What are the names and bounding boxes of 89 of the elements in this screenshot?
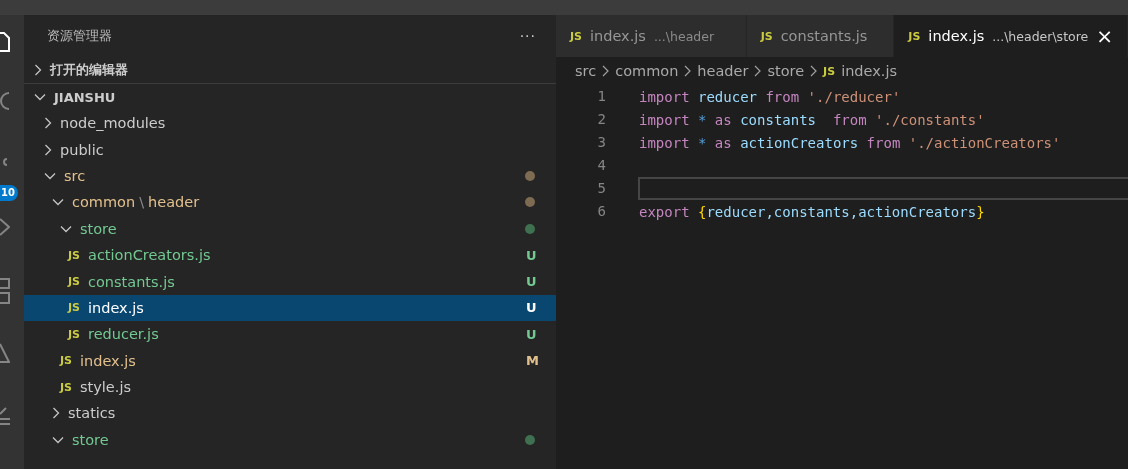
- sidebar-title: 资源管理器: [47, 27, 113, 45]
- folder-name: node_modules: [60, 115, 166, 132]
- javascript-file-icon: JS: [823, 64, 836, 78]
- folder-name: common: [72, 194, 136, 211]
- code-line: import * as constants from './constants': [639, 112, 985, 128]
- code-line: import reducer from './reducer': [639, 89, 901, 105]
- close-button[interactable]: ×: [1096, 26, 1113, 46]
- git-status-letter: U: [526, 247, 536, 263]
- breadcrumb-item[interactable]: common: [615, 63, 679, 79]
- chevron-right-icon: [684, 65, 692, 77]
- git-status-letter: M: [526, 353, 536, 369]
- breadcrumb-item[interactable]: store: [767, 63, 805, 79]
- editor-tab[interactable]: JS constants.js: [746, 15, 895, 57]
- chevron-right-icon: [34, 64, 42, 76]
- tab-description: ...\header: [653, 28, 715, 44]
- tree-item[interactable]: store: [24, 426, 556, 454]
- folder-name: store: [72, 431, 109, 448]
- chevron-right-icon: [754, 65, 762, 77]
- editor-tab[interactable]: JS index.js ...\header: [556, 15, 747, 57]
- folder-name: src: [64, 167, 86, 184]
- tree-item[interactable]: JS style.js: [24, 373, 556, 401]
- lines-icon: [0, 407, 10, 425]
- chevron-right-icon: [602, 65, 610, 77]
- play-icon: [0, 218, 10, 236]
- tree-item[interactable]: node_modules: [24, 110, 556, 137]
- javascript-file-icon: JS: [60, 380, 72, 394]
- tree-item[interactable]: JS index.js M: [24, 347, 556, 374]
- folder-name: statics: [68, 405, 116, 422]
- tree-item[interactable]: JS reducer.js U: [24, 321, 556, 348]
- chevron-right-icon: [44, 143, 52, 156]
- line-number: 6: [596, 202, 606, 221]
- tree-item[interactable]: src: [24, 162, 556, 190]
- tree-item[interactable]: public: [24, 136, 556, 163]
- folder-name: store: [80, 220, 117, 237]
- section-header[interactable]: 打开的编辑器: [24, 57, 556, 83]
- path-separator: \: [139, 194, 145, 211]
- breadcrumb-item[interactable]: header: [697, 63, 749, 79]
- tree-item[interactable]: JS actionCreators.js U: [24, 241, 556, 269]
- chevron-right-icon: [810, 65, 818, 77]
- chevron-right-icon: [52, 407, 60, 420]
- file-icon: [0, 32, 10, 52]
- folder-name: header: [148, 194, 200, 211]
- git-status-letter: U: [526, 300, 536, 316]
- file-name: index.js: [88, 299, 144, 316]
- git-status-letter: U: [526, 274, 536, 290]
- line-number: 1: [596, 87, 606, 106]
- notification-badge: 10: [0, 185, 18, 201]
- javascript-file-icon: JS: [68, 327, 80, 341]
- tree-item[interactable]: store: [24, 215, 556, 242]
- chevron-down-icon: [52, 435, 64, 444]
- javascript-file-icon: JS: [908, 29, 921, 43]
- javascript-file-icon: JS: [570, 29, 582, 43]
- file-name: actionCreators.js: [88, 247, 211, 264]
- javascript-file-icon: JS: [760, 29, 773, 43]
- file-name: index.js: [80, 352, 136, 369]
- tree-item[interactable]: common \ header: [24, 189, 556, 216]
- tree-item[interactable]: JS index.js U: [24, 294, 556, 322]
- chevron-down-icon: [34, 93, 46, 101]
- editor-tab[interactable]: JS index.js ...\header\store ×: [894, 15, 1128, 57]
- tab-label: index.js: [928, 28, 985, 44]
- file-name: reducer.js: [88, 326, 159, 343]
- folder-name: public: [60, 141, 104, 158]
- tree-item[interactable]: JS constants.js U: [24, 268, 556, 295]
- javascript-file-icon: JS: [68, 248, 80, 262]
- more-actions-button[interactable]: ···: [519, 28, 536, 44]
- code-line: export {reducer,constants,actionCreators}: [639, 204, 985, 220]
- section-header[interactable]: JIANSHU: [24, 83, 556, 110]
- tab-description: ...\header\store: [992, 28, 1089, 44]
- javascript-file-icon: JS: [68, 301, 80, 315]
- breadcrumb-item[interactable]: index.js: [841, 63, 897, 79]
- chevron-down-icon: [52, 198, 64, 207]
- tab-label: index.js: [590, 28, 646, 44]
- chevron-right-icon: [44, 117, 52, 130]
- line-number: 5: [596, 179, 606, 198]
- line-number: 2: [596, 110, 606, 129]
- code-line: import * as actionCreators from './actionCreators': [639, 135, 1061, 151]
- file-name: style.js: [80, 379, 131, 396]
- git-status-letter: U: [526, 326, 536, 342]
- chevron-down-icon: [44, 171, 56, 180]
- javascript-file-icon: JS: [60, 354, 72, 368]
- tab-label: constants.js: [780, 28, 868, 44]
- file-name: constants.js: [88, 273, 175, 290]
- line-number: 4: [596, 156, 606, 175]
- line-number: 3: [596, 133, 606, 152]
- javascript-file-icon: JS: [68, 275, 80, 289]
- squares-icon: [0, 278, 10, 304]
- breadcrumb-item[interactable]: src: [575, 63, 597, 79]
- chevron-down-icon: [60, 224, 72, 233]
- tree-item[interactable]: statics: [24, 400, 556, 427]
